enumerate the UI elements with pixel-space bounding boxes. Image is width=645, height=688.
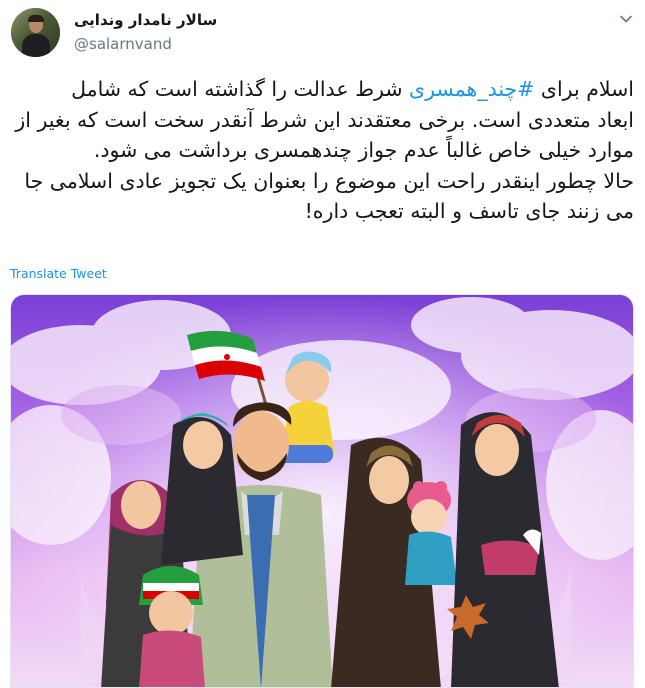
avatar[interactable] (11, 8, 60, 57)
translate-tweet-link[interactable]: Translate Tweet (10, 266, 107, 281)
tweet-text-line: می زنند جای تاسف و البته تعجب داره! (304, 199, 634, 223)
tweet-text: اسلام برای #چند_همسری شرط عدالت را گذاشت… (12, 74, 634, 227)
tweet-text-line: حالا چطور اینقدر راحت این موضوع را بعنوا… (24, 168, 634, 193)
chevron-down-icon[interactable] (619, 12, 633, 26)
tweet-text-line: موارد خیلی خاص غالباً عدم جواز چندهمسری … (93, 138, 634, 162)
illustration (11, 295, 633, 687)
tweet-text-line: ابعاد متعددی است. برخی معتقدند این شرط آ… (15, 107, 634, 132)
hashtag-link[interactable]: #چند_همسری (409, 77, 534, 101)
tweet-text-segment: اسلام برای (534, 77, 634, 101)
tweet-media-image[interactable] (10, 294, 634, 688)
tweet-text-segment: شرط عدالت را گذاشته است که شامل (71, 77, 410, 101)
author-handle[interactable]: @salarnvand (74, 35, 172, 53)
author-display-name[interactable]: سالار نامدار وندایی (74, 11, 217, 29)
tweet-card[interactable]: سالار نامدار وندایی @salarnvand اسلام بر… (0, 0, 645, 688)
tweet-text-line: اسلام برای #چند_همسری شرط عدالت را گذاشت… (12, 74, 634, 105)
